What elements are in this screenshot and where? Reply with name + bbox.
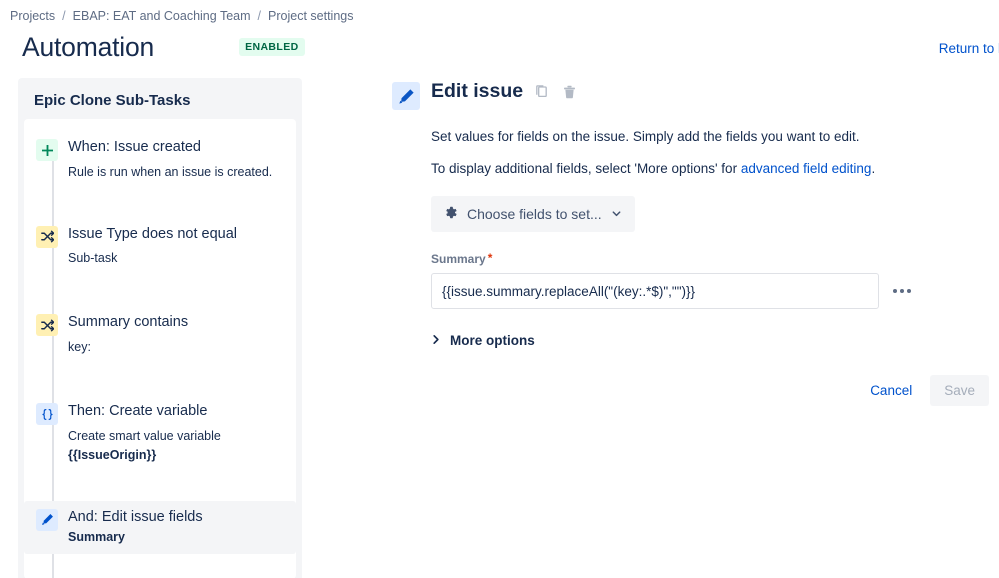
page-header: Automation ENABLED [22, 34, 305, 61]
rule-item-condition-issue-type[interactable]: Issue Type does not equal Sub-task [24, 218, 296, 275]
rule-item-label: Summary contains [68, 314, 189, 331]
more-options-label: More options [450, 333, 535, 349]
shuffle-icon [36, 314, 58, 337]
cancel-button[interactable]: Cancel [860, 376, 922, 405]
rule-item-condition-summary[interactable]: Summary contains key: [24, 306, 296, 363]
detail-panel: Edit issue Set values for fields on the … [392, 80, 989, 407]
copy-icon[interactable] [532, 82, 551, 102]
rule-item-label: When: Issue created [68, 139, 201, 155]
return-link[interactable]: Return to l [939, 41, 999, 56]
form-actions: Cancel Save [431, 375, 989, 407]
rule-item-sub-bold: Summary [68, 530, 125, 545]
breadcrumb-item-projects[interactable]: Projects [10, 9, 55, 23]
rule-item-sub: Create smart value variable [68, 428, 221, 443]
chevron-right-icon [431, 333, 441, 348]
rule-item-label: Issue Type does not equal [68, 225, 238, 242]
rule-item-sub: key: [68, 339, 91, 354]
summary-label-text: Summary [431, 252, 486, 267]
choose-fields-label: Choose fields to set... [467, 206, 602, 223]
breadcrumb-item-project[interactable]: EBAP: EAT and Coaching Team [73, 9, 251, 23]
gear-icon [443, 205, 458, 223]
breadcrumb-separator: / [62, 9, 66, 23]
rule-item-label: Then: Create variable [68, 403, 208, 420]
rule-item-sub: Rule is run when an issue is created. [68, 164, 273, 179]
breadcrumb-separator: / [257, 9, 262, 23]
chevron-down-icon [611, 206, 622, 222]
trash-icon[interactable] [560, 82, 579, 102]
rule-item-sub-bold: {{IssueOrigin}} [68, 447, 157, 462]
dot [907, 289, 911, 294]
summary-input[interactable] [431, 273, 879, 310]
more-options-toggle[interactable]: More options [431, 333, 535, 348]
detail-title-row: Edit issue [431, 80, 579, 103]
detail-header: Edit issue [392, 80, 982, 110]
breadcrumb-item-project-settings[interactable]: Project settings [268, 9, 353, 23]
dot [900, 289, 904, 294]
detail-description-2-prefix: To display additional fields, select 'Mo… [431, 160, 741, 176]
detail-body: Set values for fields on the issue. Simp… [431, 127, 989, 407]
ellipsis-icon[interactable] [891, 285, 913, 297]
rule-item-sub: Sub-task [68, 251, 118, 266]
choose-fields-button[interactable]: Choose fields to set... [431, 196, 635, 233]
status-badge: ENABLED [239, 38, 305, 57]
detail-description-2: To display additional fields, select 'Mo… [431, 159, 982, 179]
pencil-icon [392, 82, 420, 110]
detail-description-2-suffix: . [871, 160, 876, 176]
rule-item-create-variable[interactable]: Then: Create variable Create smart value… [24, 395, 296, 471]
detail-description-1: Set values for fields on the issue. Simp… [431, 129, 860, 144]
page-title: Edit issue [431, 80, 524, 102]
rule-list: When: Issue created Rule is run when an … [24, 119, 296, 578]
shuffle-icon [36, 225, 58, 248]
plus-icon [36, 139, 58, 161]
dot [893, 289, 897, 294]
breadcrumb: Projects / EBAP: EAT and Coaching Team /… [10, 9, 353, 23]
rule-panel: Epic Clone Sub-Tasks When: Issue created… [18, 78, 302, 578]
rule-item-trigger[interactable]: When: Issue created Rule is run when an … [24, 131, 296, 188]
page-title: Automation [22, 32, 155, 62]
required-marker: * [487, 251, 493, 266]
rule-panel-title: Epic Clone Sub-Tasks [34, 92, 191, 109]
rule-item-label: And: Edit issue fields [68, 508, 203, 525]
rule-item-edit-issue-fields[interactable]: And: Edit issue fields Summary [24, 500, 296, 554]
braces-icon [36, 403, 58, 426]
advanced-field-editing-link[interactable]: advanced field editing [741, 161, 872, 176]
save-button[interactable]: Save [930, 375, 989, 407]
pencil-icon [36, 508, 58, 531]
summary-field-label: Summary * [431, 252, 982, 266]
summary-field-row [431, 273, 982, 310]
